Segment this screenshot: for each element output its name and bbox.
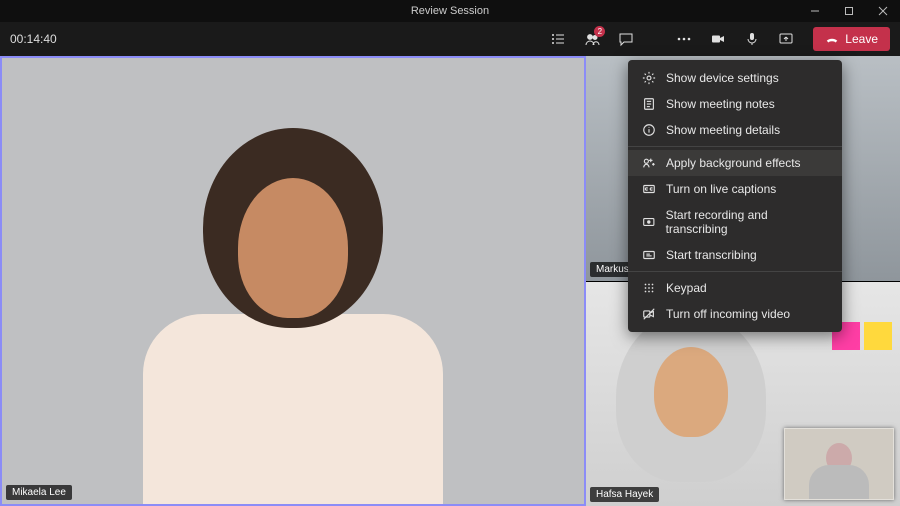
menu-item-label: Start transcribing xyxy=(666,248,757,262)
menu-item-keypad[interactable]: Keypad xyxy=(628,275,842,301)
menu-item-label: Show device settings xyxy=(666,71,779,85)
info-icon xyxy=(642,123,656,137)
menu-item-label: Start recording and transcribing xyxy=(666,208,828,236)
background-effects-icon xyxy=(642,156,656,170)
gear-icon xyxy=(642,71,656,85)
video-tile-main[interactable]: Mikaela Lee xyxy=(0,56,586,506)
video-off-icon xyxy=(642,307,656,321)
cc-icon xyxy=(642,182,656,196)
more-actions-menu: Show device settings Show meeting notes … xyxy=(628,60,842,332)
leave-label: Leave xyxy=(845,32,878,46)
chat-icon xyxy=(618,31,634,47)
menu-item-start-recording[interactable]: Start recording and transcribing xyxy=(628,202,842,242)
menu-item-turn-off-incoming-video[interactable]: Turn off incoming video xyxy=(628,301,842,327)
menu-item-label: Show meeting details xyxy=(666,123,780,137)
menu-item-label: Keypad xyxy=(666,281,707,295)
person-figure xyxy=(654,347,728,437)
transcribe-icon xyxy=(642,248,656,262)
participant-name-chip: Mikaela Lee xyxy=(6,485,72,500)
roster-list-button[interactable] xyxy=(543,24,573,54)
microphone-icon xyxy=(744,31,760,47)
menu-item-label: Turn off incoming video xyxy=(666,307,790,321)
people-button[interactable]: 2 xyxy=(577,24,607,54)
camera-icon xyxy=(710,31,726,47)
camera-button[interactable] xyxy=(703,24,733,54)
leave-button[interactable]: Leave xyxy=(813,27,890,51)
menu-item-background-effects[interactable]: Apply background effects xyxy=(628,150,842,176)
person-figure xyxy=(143,314,443,504)
menu-item-meeting-notes[interactable]: Show meeting notes xyxy=(628,91,842,117)
more-actions-button[interactable] xyxy=(669,24,699,54)
meeting-timer: 00:14:40 xyxy=(10,32,57,46)
notes-icon xyxy=(642,97,656,111)
menu-item-meeting-details[interactable]: Show meeting details xyxy=(628,117,842,143)
participant-name-chip: Hafsa Hayek xyxy=(590,487,659,502)
sticky-note xyxy=(864,322,892,350)
menu-separator xyxy=(628,271,842,272)
keypad-icon xyxy=(642,281,656,295)
window-title: Review Session xyxy=(411,5,489,17)
self-preview[interactable] xyxy=(784,428,894,500)
people-badge: 2 xyxy=(594,26,605,37)
menu-item-label: Turn on live captions xyxy=(666,182,776,196)
person-figure xyxy=(238,178,348,318)
person-figure xyxy=(809,465,869,499)
share-screen-button[interactable] xyxy=(771,24,801,54)
window-controls xyxy=(798,0,900,22)
menu-item-start-transcribing[interactable]: Start transcribing xyxy=(628,242,842,268)
menu-separator xyxy=(628,146,842,147)
list-icon xyxy=(550,31,566,47)
menu-item-device-settings[interactable]: Show device settings xyxy=(628,65,842,91)
menu-item-label: Show meeting notes xyxy=(666,97,775,111)
maximize-button[interactable] xyxy=(832,0,866,22)
meeting-toolbar: 00:14:40 2 Leave xyxy=(0,22,900,56)
hangup-icon xyxy=(825,32,839,46)
microphone-button[interactable] xyxy=(737,24,767,54)
close-button[interactable] xyxy=(866,0,900,22)
menu-item-live-captions[interactable]: Turn on live captions xyxy=(628,176,842,202)
minimize-button[interactable] xyxy=(798,0,832,22)
chat-button[interactable] xyxy=(611,24,641,54)
share-icon xyxy=(778,31,794,47)
ellipsis-icon xyxy=(676,31,692,47)
record-icon xyxy=(642,215,656,229)
menu-item-label: Apply background effects xyxy=(666,156,801,170)
title-bar: Review Session xyxy=(0,0,900,22)
